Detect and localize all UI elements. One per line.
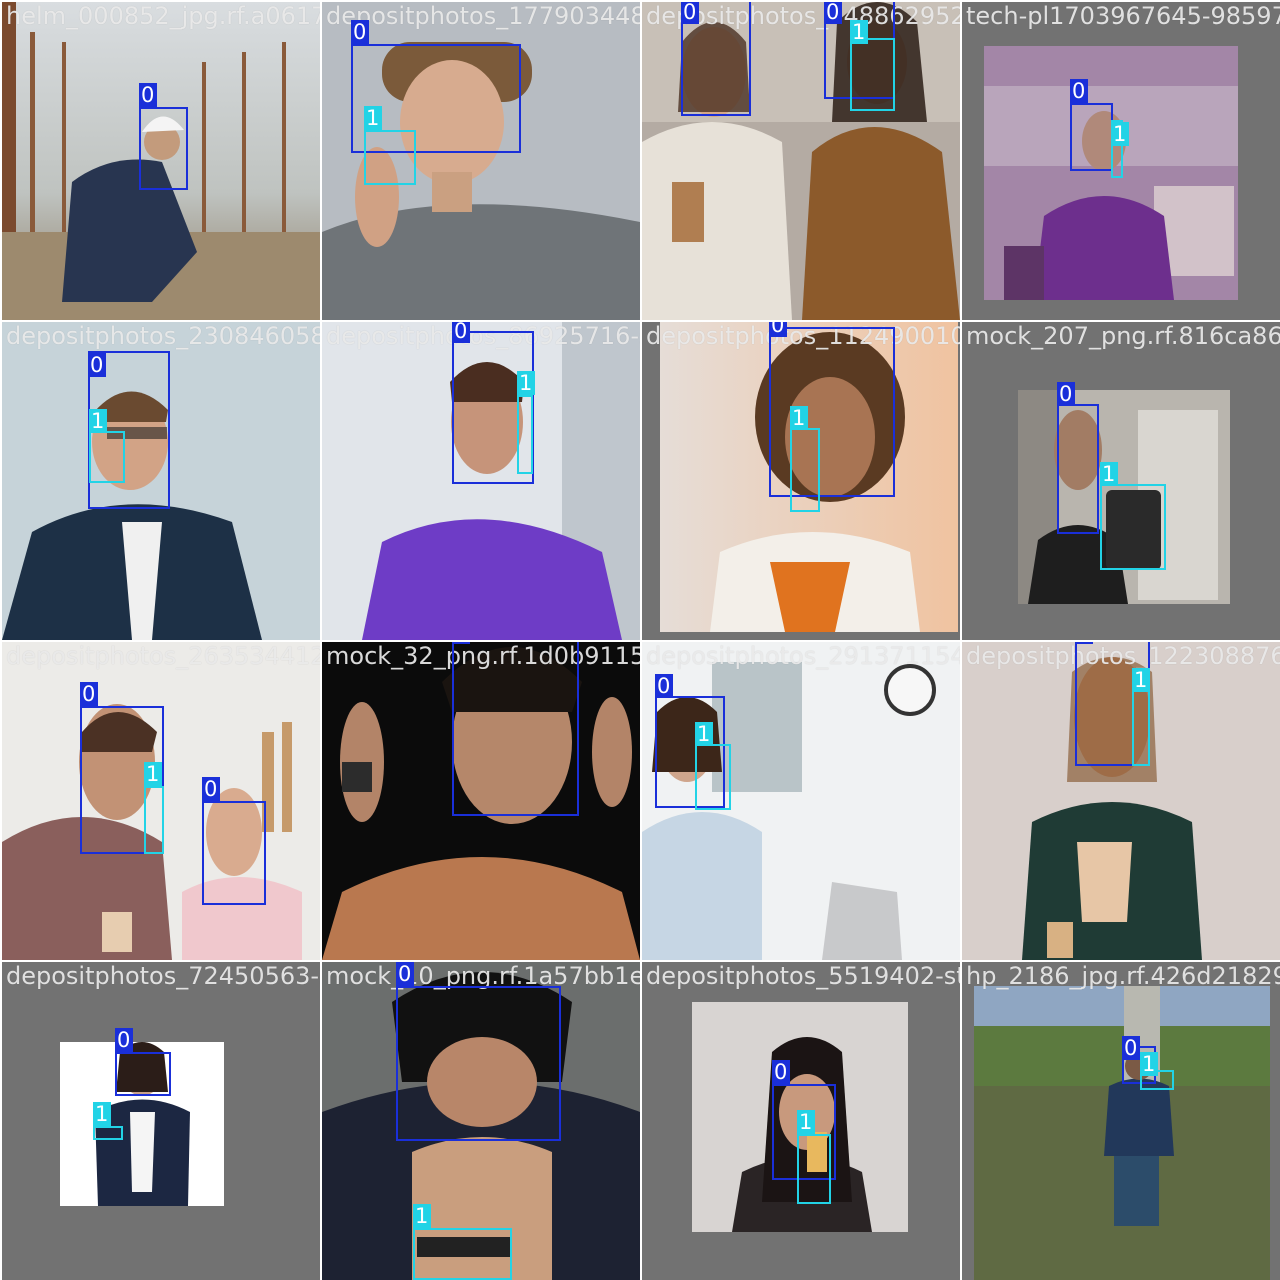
- image-tile: mock_10_png.rf.1a57bb1ed6f52dc7641677681…: [322, 962, 640, 1280]
- image-tile: mock_32_png.rf.1d0b91154993 0: [322, 642, 640, 960]
- bounding-box: 1: [517, 371, 535, 474]
- class-label: 0: [202, 777, 220, 801]
- bounding-box: 1: [89, 409, 125, 483]
- image-tile: helm_000852_jpg.rf.a06175b08b14984941876…: [2, 2, 320, 320]
- class-label: 0: [396, 962, 414, 986]
- class-label: 0: [655, 674, 673, 698]
- class-label: 0: [452, 322, 470, 343]
- bounding-box: 1: [93, 1102, 123, 1140]
- bounding-box: 1: [1100, 462, 1166, 570]
- class-label: 0: [88, 353, 106, 377]
- image-tile: depositphotos_263534412-stock-photo 0 1 …: [2, 642, 320, 960]
- image-tile: depositphotos_86925716-stock-photo 0 1: [322, 322, 640, 640]
- bounding-box: 0: [396, 962, 561, 1141]
- image-tile: depositphotos_112490010-stock-photo 0 1: [642, 322, 960, 640]
- image-filename: depositphotos_291371154-stock-photo: [646, 642, 960, 670]
- class-label: 1: [1111, 122, 1129, 146]
- bounding-box: 1: [790, 406, 820, 512]
- bounding-box: 0: [115, 1028, 171, 1096]
- image-tile: depositphotos_5519402-stock-photo 0 1: [642, 962, 960, 1280]
- bounding-box: 0: [202, 777, 266, 905]
- bounding-box: 1: [1140, 1052, 1174, 1090]
- bounding-box: 1: [1132, 668, 1150, 766]
- bounding-box: 0: [769, 322, 895, 497]
- image-mosaic: helm_000852_jpg.rf.a06175b08b14984941876…: [0, 0, 1280, 1280]
- class-label: 0: [139, 83, 157, 107]
- image-tile: depositphotos_291371154-stock-photo 0 1: [642, 642, 960, 960]
- bounding-box: 1: [850, 20, 895, 111]
- class-label: 0: [115, 1028, 133, 1052]
- class-label: 1: [695, 722, 713, 746]
- class-label: 1: [790, 406, 808, 430]
- bounding-box: 1: [144, 762, 164, 854]
- image-tile: depositphotos_230846058-stock-photo 0 1: [2, 322, 320, 640]
- bounding-box: 1: [1111, 120, 1129, 178]
- class-label: 0: [1070, 79, 1088, 103]
- class-label: 1: [93, 1102, 111, 1126]
- class-label: 0: [769, 322, 787, 337]
- class-label: 0: [681, 2, 699, 24]
- image-tile: depositphotos_177903448-stock-photo 0 1: [322, 2, 640, 320]
- image-filename: tech-pl1703967645-985975-stock-photo: [966, 2, 1280, 30]
- class-label: 0: [1122, 1036, 1140, 1060]
- image-tile: mock_207_png.rf.816ca863f5a 0 1: [962, 322, 1280, 640]
- image-filename: depositphotos_72450563-stock-photo: [6, 962, 320, 990]
- image-tile: depositphotos_122308876-stock-photo 0 1: [962, 642, 1280, 960]
- class-label: 1: [89, 409, 107, 433]
- class-label: 1: [364, 106, 382, 130]
- bounding-box: 0: [1070, 79, 1113, 171]
- image-tile: depositphotos_248862952-stock-photo 0 0 …: [642, 2, 960, 320]
- image-filename: mock_207_png.rf.816ca863f5a: [966, 322, 1280, 350]
- bounding-box: 0: [452, 642, 579, 816]
- image-filename: depositphotos_230846058-stock-photo: [6, 322, 320, 350]
- image-filename: depositphotos_263534412-stock-photo: [6, 642, 320, 670]
- class-label: 1: [850, 20, 868, 44]
- class-label: 1: [1132, 668, 1150, 692]
- class-label: 0: [1075, 642, 1093, 644]
- bounding-box: 1: [797, 1110, 831, 1204]
- class-label: 0: [80, 682, 98, 706]
- bounding-box: 1: [413, 1204, 512, 1280]
- class-label: 0: [1057, 382, 1075, 406]
- class-label: 0: [452, 642, 470, 644]
- class-label: 1: [1140, 1052, 1158, 1076]
- bounding-box: 0: [139, 83, 188, 190]
- image-filename: depositphotos_5519402-stock-photo: [646, 962, 960, 990]
- image-tile: hp_2186_jpg.rf.426d21829b6 0 1: [962, 962, 1280, 1280]
- bounding-box: 0: [681, 2, 751, 116]
- class-label: 1: [1100, 462, 1118, 486]
- photo-man-in-park: [974, 986, 1270, 1280]
- image-tile: depositphotos_72450563-stock-photo 0 1: [2, 962, 320, 1280]
- class-label: 1: [413, 1204, 431, 1228]
- bounding-box: 0: [1057, 382, 1099, 534]
- image-filename: depositphotos_177903448-stock-photo: [326, 2, 640, 30]
- class-label: 0: [351, 20, 369, 44]
- image-tile: tech-pl1703967645-985975-stock-photo 0 1: [962, 2, 1280, 320]
- image-filename: helm_000852_jpg.rf.a06175b08b14984941876…: [6, 2, 320, 30]
- bounding-box: 1: [695, 722, 731, 810]
- class-label: 1: [144, 762, 162, 786]
- class-label: 1: [797, 1110, 815, 1134]
- class-label: 1: [517, 371, 535, 395]
- class-label: 0: [824, 2, 842, 24]
- image-filename: hp_2186_jpg.rf.426d21829b6: [966, 962, 1280, 990]
- bounding-box: 1: [364, 106, 416, 185]
- class-label: 0: [772, 1060, 790, 1084]
